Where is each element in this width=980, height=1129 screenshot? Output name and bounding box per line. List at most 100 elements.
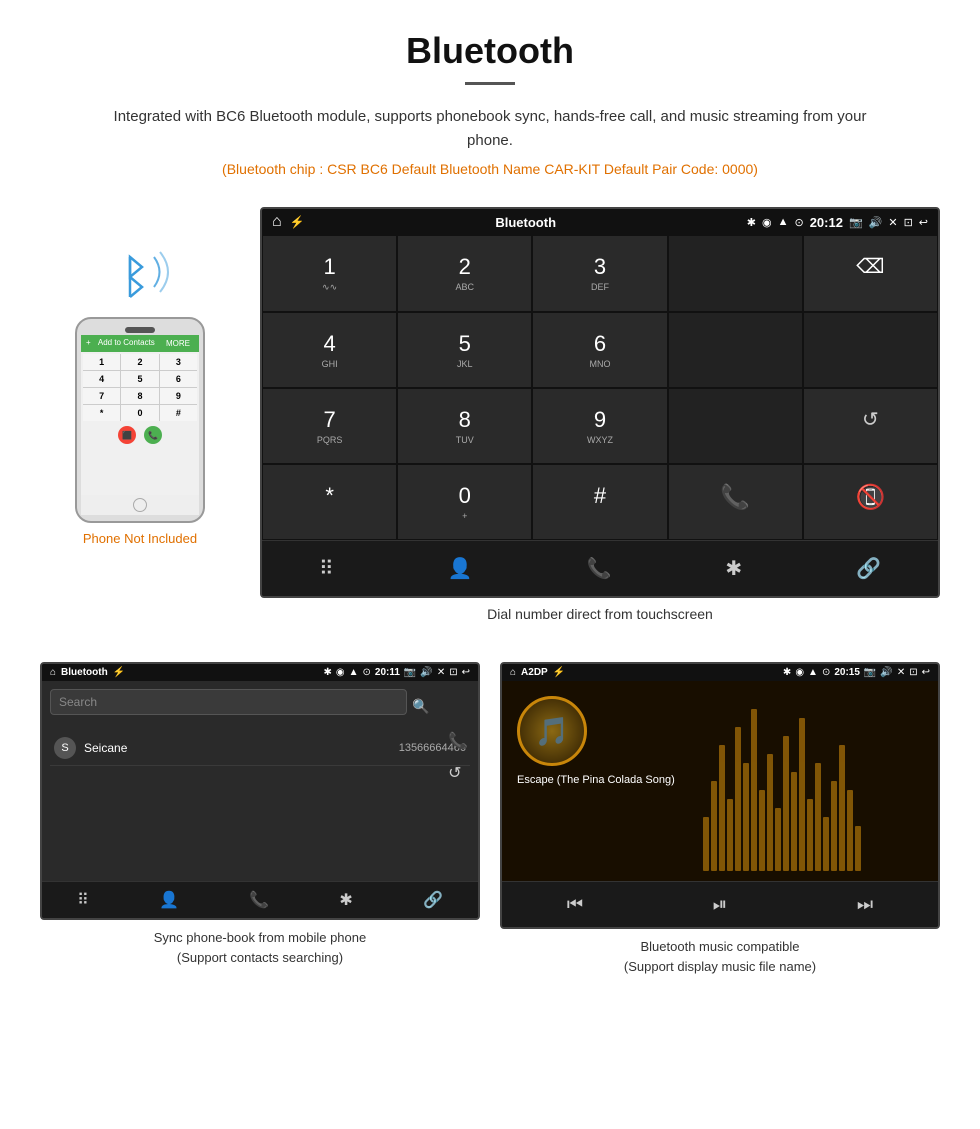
music-status-left: ⌂ A2DP ⚡: [510, 667, 565, 678]
pb-nav-link[interactable]: 🔗: [423, 890, 443, 910]
page-header: Bluetooth Integrated with BC6 Bluetooth …: [0, 0, 980, 207]
car-status-left: ⌂ ⚡: [272, 213, 305, 231]
dialpad-key-empty-2: [668, 312, 803, 388]
dialpad-key-empty-1: [668, 235, 803, 312]
mu-vol-icon[interactable]: 🔊: [880, 667, 892, 678]
pb-vol-icon[interactable]: 🔊: [420, 667, 432, 678]
nav-bluetooth-icon[interactable]: ✱: [715, 551, 752, 586]
title-divider: [465, 82, 515, 85]
dialpad-key-3[interactable]: 3DEF: [532, 235, 667, 312]
mu-time: 20:15: [834, 667, 860, 678]
bluetooth-signal: [100, 247, 180, 307]
mu-win-icon[interactable]: ⊡: [909, 667, 917, 678]
pb-back-icon[interactable]: ↩: [462, 667, 470, 678]
dialpad-key-call[interactable]: 📞: [668, 464, 803, 540]
car-bottom-nav-main: ⠿ 👤 📞 ✱ 🔗: [262, 540, 938, 596]
dialpad-key-8[interactable]: 8TUV: [397, 388, 532, 464]
phonebook-status-left: ⌂ Bluetooth ⚡: [50, 667, 125, 678]
phone-not-included-label: Phone Not Included: [83, 531, 197, 546]
music-next-icon[interactable]: ⏭: [837, 890, 893, 919]
pb-win-icon[interactable]: ⊡: [449, 667, 457, 678]
mu-wifi-icon: ⊙: [822, 667, 830, 678]
dialpad-key-4[interactable]: 4GHI: [262, 312, 397, 388]
dialpad-key-6[interactable]: 6MNO: [532, 312, 667, 388]
nav-dialpad-icon[interactable]: ⠿: [309, 551, 344, 586]
usb-icon: ⚡: [290, 215, 305, 229]
pb-nav-phone[interactable]: 📞: [249, 890, 269, 910]
home-icon[interactable]: ⌂: [272, 213, 282, 231]
dialpad-key-end[interactable]: 📵: [803, 464, 938, 540]
page-title: Bluetooth: [20, 30, 960, 72]
bluetooth-icon: ✱: [747, 216, 756, 229]
dialpad-key-2[interactable]: 2ABC: [397, 235, 532, 312]
pb-bt-icon: ✱: [323, 667, 331, 678]
pb-nav-contacts[interactable]: 👤: [159, 890, 179, 910]
search-icon[interactable]: 🔍: [412, 698, 429, 715]
close-icon[interactable]: ✕: [888, 216, 897, 229]
music-play-pause-icon[interactable]: ⏯: [693, 890, 747, 919]
car-unit-music: ⌂ A2DP ⚡ ✱ ◉ ▲ ⊙ 20:15 📷 🔊 ✕ ⊡ ↩: [500, 662, 940, 929]
pb-sig-icon: ▲: [349, 667, 359, 678]
mu-home-icon[interactable]: ⌂: [510, 667, 516, 678]
signal-icon: ▲: [778, 216, 789, 228]
dialpad-key-9[interactable]: 9WXYZ: [532, 388, 667, 464]
pb-nav-bt[interactable]: ✱: [339, 890, 352, 910]
back-icon[interactable]: ↩: [919, 216, 928, 229]
mu-cam-icon[interactable]: 📷: [864, 667, 876, 678]
dialpad-key-backspace[interactable]: ⌫: [803, 235, 938, 312]
music-caption: Bluetooth music compatible(Support displ…: [500, 937, 940, 976]
wifi-icon: ⊙: [794, 216, 803, 229]
music-screen-content: 🎵 Escape (The Pina Colada Song): [502, 681, 938, 881]
mu-bt-icon: ✱: [783, 667, 791, 678]
location-icon: ◉: [762, 216, 772, 229]
pb-home-icon[interactable]: ⌂: [50, 667, 56, 678]
dialpad-key-empty-3: [803, 312, 938, 388]
dialpad-key-5[interactable]: 5JKL: [397, 312, 532, 388]
dialpad-key-hash[interactable]: #: [532, 464, 667, 540]
pb-loc-icon: ◉: [336, 667, 345, 678]
pb-side-refresh-icon[interactable]: ↺: [448, 763, 468, 783]
phone-mockup: + Add to Contacts MORE 1 2 3 4 5 6 7 8 9…: [75, 317, 205, 523]
nav-link-icon[interactable]: 🔗: [846, 551, 891, 586]
car-unit-main: ⌂ ⚡ Bluetooth ✱ ◉ ▲ ⊙ 20:12 📷 🔊 ✕ ⊡ ↩: [260, 207, 940, 598]
phonebook-block: ⌂ Bluetooth ⚡ ✱ ◉ ▲ ⊙ 20:11 📷 🔊 ✕ ⊡ ↩: [40, 662, 480, 976]
mu-loc-icon: ◉: [795, 667, 804, 678]
contact-row[interactable]: S Seicane 13566664466: [50, 731, 470, 766]
music-status-right: ✱ ◉ ▲ ⊙ 20:15 📷 🔊 ✕ ⊡ ↩: [783, 667, 930, 678]
music-info: 🎵 Escape (The Pina Colada Song): [502, 681, 938, 805]
nav-contacts-icon[interactable]: 👤: [438, 551, 483, 586]
dialpad-key-0[interactable]: 0+: [397, 464, 532, 540]
music-block: ⌂ A2DP ⚡ ✱ ◉ ▲ ⊙ 20:15 📷 🔊 ✕ ⊡ ↩: [500, 662, 940, 976]
pb-side-phone-icon[interactable]: 📞: [448, 731, 468, 751]
music-song-title: Escape (The Pina Colada Song): [517, 774, 675, 786]
mu-back-icon[interactable]: ↩: [922, 667, 930, 678]
bottom-screens: ⌂ Bluetooth ⚡ ✱ ◉ ▲ ⊙ 20:11 📷 🔊 ✕ ⊡ ↩: [0, 662, 980, 1006]
window-icon[interactable]: ⊡: [904, 216, 913, 229]
search-placeholder: Search: [59, 695, 97, 709]
search-bar[interactable]: Search: [50, 689, 407, 715]
dialpad-grid: 1∿∿ 2ABC 3DEF ⌫ 4GHI 5JKL 6MNO 7PQRS 8TU…: [262, 235, 938, 540]
music-status-bar: ⌂ A2DP ⚡ ✱ ◉ ▲ ⊙ 20:15 📷 🔊 ✕ ⊡ ↩: [502, 664, 938, 681]
phonebook-status-right: ✱ ◉ ▲ ⊙ 20:11 📷 🔊 ✕ ⊡ ↩: [323, 667, 470, 678]
music-album-art: 🎵: [517, 696, 587, 766]
dialpad-key-1[interactable]: 1∿∿: [262, 235, 397, 312]
mu-close-icon[interactable]: ✕: [897, 667, 905, 678]
mu-app-name: A2DP: [521, 667, 548, 678]
phonebook-caption: Sync phone-book from mobile phone(Suppor…: [40, 928, 480, 967]
mu-sig-icon: ▲: [808, 667, 818, 678]
mu-usb-icon: ⚡: [553, 667, 565, 678]
volume-icon[interactable]: 🔊: [869, 216, 883, 229]
pb-nav-dialpad[interactable]: ⠿: [77, 890, 89, 910]
pb-usb-icon: ⚡: [113, 667, 125, 678]
pb-close-icon[interactable]: ✕: [437, 667, 445, 678]
music-prev-icon[interactable]: ⏮: [547, 890, 603, 919]
dialpad-key-7[interactable]: 7PQRS: [262, 388, 397, 464]
camera-icon[interactable]: 📷: [849, 216, 863, 229]
pb-cam-icon[interactable]: 📷: [404, 667, 416, 678]
nav-phone-icon[interactable]: 📞: [576, 551, 621, 586]
time-display: 20:12: [810, 215, 843, 230]
contact-initial: S: [54, 737, 76, 759]
main-content: + Add to Contacts MORE 1 2 3 4 5 6 7 8 9…: [0, 207, 980, 662]
dialpad-key-star[interactable]: *: [262, 464, 397, 540]
dialpad-key-refresh[interactable]: ↺: [803, 388, 938, 464]
